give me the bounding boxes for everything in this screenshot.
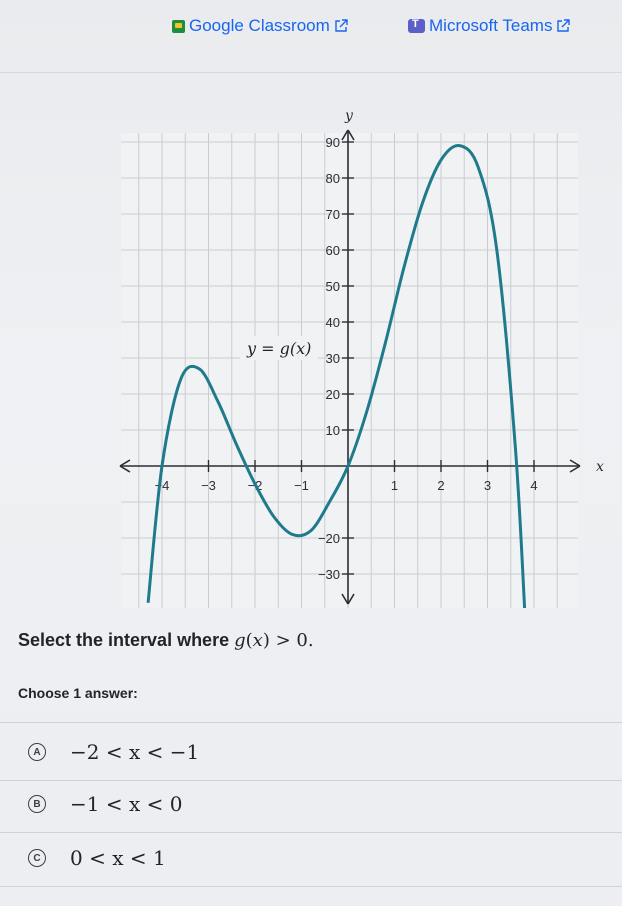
y-tick-label: 50 <box>326 279 340 294</box>
x-tick-label: −1 <box>294 478 309 493</box>
choice-c-letter: C <box>28 849 46 867</box>
choice-b-text: −1 < x < 0 <box>70 792 183 816</box>
x-tick-label: −3 <box>201 478 216 493</box>
y-tick-label: 90 <box>326 135 340 150</box>
y-tick-label: 30 <box>326 351 340 366</box>
function-graph: −4 −3 −2 −1 1 2 3 4908070605040302010−20−30 x y… <box>119 108 604 608</box>
y-tick-label: 10 <box>326 423 340 438</box>
y-tick-label: 20 <box>326 387 340 402</box>
choice-b[interactable]: B −1 < x < 0 <box>28 792 182 816</box>
question-fn: g <box>234 630 246 651</box>
y-tick-label: 40 <box>326 315 340 330</box>
choice-b-letter: B <box>28 795 46 813</box>
choice-a[interactable]: A −2 < x < −1 <box>28 740 199 764</box>
question-text: Select the interval where g(x) > 0. <box>18 630 314 651</box>
divider <box>0 722 622 723</box>
divider <box>0 886 622 887</box>
question-math: g(x) > 0. <box>234 630 314 651</box>
choice-c[interactable]: C 0 < x < 1 <box>28 846 166 870</box>
curve-label: y = g(x) <box>246 339 311 358</box>
question-suffix: > 0. <box>269 630 314 651</box>
x-axis-label: x <box>596 459 604 475</box>
divider <box>0 832 622 833</box>
x-tick-label: 2 <box>437 478 444 493</box>
choice-c-text: 0 < x < 1 <box>70 846 166 870</box>
x-tick-label: −4 <box>155 478 170 493</box>
y-tick-label: 70 <box>326 207 340 222</box>
divider <box>0 780 622 781</box>
x-tick-label: 1 <box>391 478 398 493</box>
question-prefix: Select the interval where <box>18 630 235 650</box>
y-axis-label: y <box>344 108 354 124</box>
x-tick-label: 4 <box>530 478 537 493</box>
y-tick-label: 80 <box>326 171 340 186</box>
question-arg: x <box>252 630 263 651</box>
y-tick-label: −20 <box>318 531 340 546</box>
choice-a-text: −2 < x < −1 <box>70 740 200 764</box>
choose-label: Choose 1 answer: <box>18 685 138 701</box>
x-tick-label: 3 <box>484 478 491 493</box>
y-tick-label: −30 <box>318 567 340 582</box>
y-tick-label: 60 <box>326 243 340 258</box>
choice-a-letter: A <box>28 743 46 761</box>
